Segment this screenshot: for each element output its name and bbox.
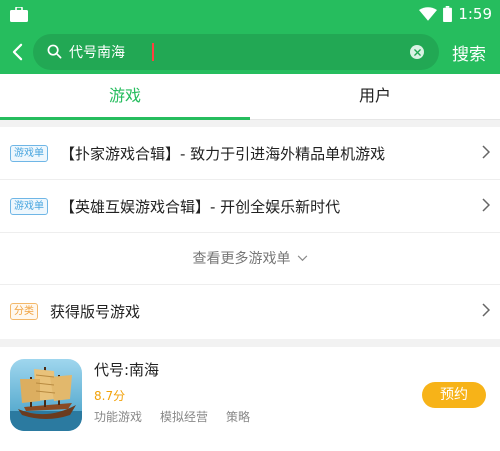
tab-users[interactable]: 用户	[250, 74, 500, 119]
collection-tag: 游戏单	[10, 144, 48, 162]
status-bar: 1:59	[0, 0, 500, 30]
chevron-down-icon	[297, 254, 307, 261]
game-category: 模拟经营	[160, 410, 209, 424]
game-card[interactable]: 代号:南海 8.7分 功能游戏 模拟经营 策略 预约	[0, 347, 500, 451]
collection-title: 【英雄互娱游戏合辑】- 开创全娱乐新时代	[60, 197, 341, 216]
search-header: 搜索	[0, 30, 500, 74]
category-row[interactable]: 分类 获得版号游戏	[0, 285, 500, 337]
status-time: 1:59	[458, 5, 492, 23]
ship-icon	[10, 359, 82, 431]
wifi-icon	[419, 6, 438, 21]
game-category: 策略	[226, 410, 251, 424]
collection-row[interactable]: 游戏单 【英雄互娱游戏合辑】- 开创全娱乐新时代	[0, 180, 500, 232]
reserve-button[interactable]: 预约	[422, 382, 486, 408]
game-category: 功能游戏	[94, 410, 143, 424]
back-button[interactable]	[6, 39, 28, 65]
collection-row[interactable]: 游戏单 【扑家游戏合辑】- 致力于引进海外精品单机游戏	[0, 127, 500, 179]
briefcase-icon	[10, 7, 28, 22]
more-collections-link[interactable]: 查看更多游戏单	[0, 233, 500, 283]
category-title: 获得版号游戏	[50, 302, 141, 321]
collection-tag: 游戏单	[10, 197, 48, 215]
game-categories: 功能游戏 模拟经营 策略	[94, 408, 250, 425]
section-gap	[0, 339, 500, 347]
battery-icon	[443, 6, 453, 22]
back-arrow-icon	[12, 43, 22, 61]
search-button[interactable]: 搜索	[452, 40, 486, 65]
search-icon	[47, 44, 62, 59]
chevron-right-icon	[482, 198, 490, 212]
more-label: 查看更多游戏单	[192, 251, 291, 267]
collection-title: 【扑家游戏合辑】- 致力于引进海外精品单机游戏	[60, 144, 386, 163]
clear-icon	[413, 48, 421, 56]
text-caret	[152, 43, 154, 61]
category-tag: 分类	[10, 302, 38, 320]
clear-button[interactable]	[410, 45, 424, 59]
game-name: 代号:南海	[94, 361, 160, 379]
chevron-right-icon	[482, 303, 490, 317]
section-gap	[0, 120, 500, 127]
game-score: 8.7分	[94, 389, 126, 403]
chevron-right-icon	[482, 145, 490, 159]
tab-games[interactable]: 游戏	[0, 74, 250, 120]
game-cover-image[interactable]	[10, 359, 82, 431]
result-tabs: 游戏 用户	[0, 74, 500, 120]
search-input[interactable]	[69, 38, 399, 66]
search-box[interactable]	[33, 34, 439, 70]
